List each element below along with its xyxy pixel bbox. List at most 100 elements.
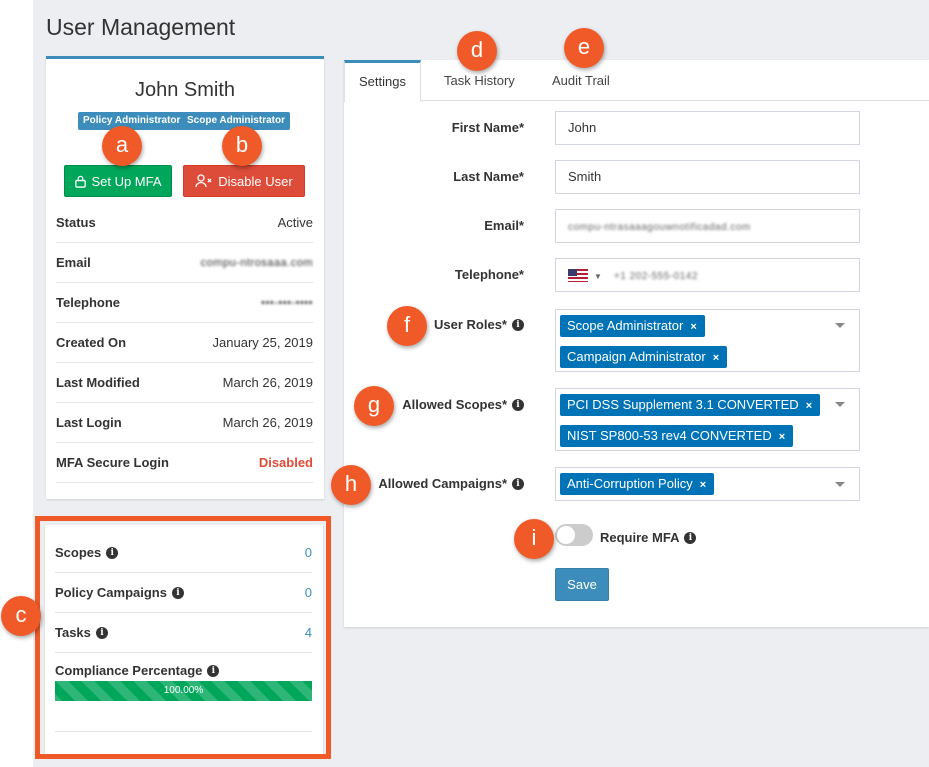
telephone-label: Telephone*: [344, 267, 524, 282]
telephone-field[interactable]: ▼ +1 202-555-0142: [555, 258, 860, 292]
stat-label: Tasks: [55, 625, 91, 640]
callout-marker: a: [102, 126, 142, 166]
dropdown-arrow-icon[interactable]: [835, 482, 845, 487]
info-row-email: Email compu-ntrosaaa.com: [56, 243, 313, 283]
first-name-label: First Name*: [344, 120, 524, 135]
last-login-value: March 26, 2019: [222, 415, 313, 430]
allowed-scopes-label-text: Allowed Scopes*: [402, 397, 507, 412]
tab-settings[interactable]: Settings: [344, 60, 421, 102]
divider: [55, 731, 312, 732]
lock-icon: [75, 175, 87, 188]
stat-row-tasks: Tasks i 4: [55, 613, 312, 653]
last-modified-value: March 26, 2019: [222, 375, 313, 390]
first-name-field[interactable]: John: [555, 111, 860, 145]
info-label: Telephone: [56, 295, 121, 310]
user-roles-label: User Roles* i: [344, 317, 524, 332]
role-chip: Campaign Administrator ×: [560, 346, 728, 368]
user-remove-icon: [195, 174, 212, 188]
callout-marker: h: [331, 465, 371, 505]
dropdown-arrow-icon[interactable]: [835, 323, 845, 328]
compliance-label-group: Compliance Percentage i: [55, 663, 220, 678]
remove-chip-icon[interactable]: ×: [806, 400, 812, 412]
info-icon[interactable]: i: [512, 477, 524, 490]
info-row-telephone: Telephone •••-•••-••••: [56, 283, 313, 323]
role-badge-policy-admin: Policy Administrator: [78, 112, 186, 130]
save-button[interactable]: Save: [555, 568, 609, 601]
compliance-progress-fill: 100.00%: [55, 681, 312, 701]
stat-label: Policy Campaigns: [55, 585, 167, 600]
info-icon[interactable]: i: [512, 318, 524, 331]
user-stats-card: Scopes i 0 Policy Campaigns i 0 Tasks i 4 C…: [45, 525, 323, 757]
info-icon[interactable]: i: [171, 586, 184, 599]
disable-user-button[interactable]: Disable User: [183, 165, 305, 197]
created-on-value: January 25, 2019: [212, 335, 313, 350]
info-icon[interactable]: i: [106, 546, 119, 559]
telephone-field-value: +1 202-555-0142: [613, 271, 698, 282]
callout-marker: f: [387, 306, 427, 346]
user-profile-card: John Smith Policy Administrator Scope Ad…: [46, 56, 324, 499]
email-label-text: Email*: [484, 218, 524, 233]
left-gutter: [0, 0, 33, 767]
info-icon[interactable]: i: [512, 398, 524, 411]
allowed-campaigns-label-text: Allowed Campaigns*: [378, 476, 507, 491]
callout-marker: b: [222, 126, 262, 166]
allowed-scopes-select[interactable]: PCI DSS Supplement 3.1 CONVERTED × NIST S…: [555, 388, 860, 451]
compliance-label: Compliance Percentage: [55, 663, 203, 678]
disable-user-label: Disable User: [218, 173, 293, 189]
allowed-campaigns-select[interactable]: Anti-Corruption Policy ×: [555, 467, 860, 501]
remove-chip-icon[interactable]: ×: [713, 352, 719, 364]
status-value: Active: [277, 215, 313, 230]
telephone-value: •••-•••-••••: [261, 296, 313, 309]
set-up-mfa-label: Set Up MFA: [91, 173, 162, 189]
role-chip: Scope Administrator ×: [560, 315, 705, 337]
remove-chip-icon[interactable]: ×: [690, 321, 696, 333]
email-field-value: compu-ntrasaaagouwnotificadad.com: [568, 222, 751, 233]
info-row-last-modified: Last Modified March 26, 2019: [56, 363, 313, 403]
info-label: Last Login: [56, 415, 122, 430]
last-name-label: Last Name*: [344, 169, 524, 184]
info-icon[interactable]: i: [207, 664, 220, 677]
dropdown-arrow-icon[interactable]: [835, 402, 845, 407]
scopes-count-link[interactable]: 0: [305, 545, 312, 560]
callout-marker: d: [457, 31, 497, 71]
callout-marker: c: [1, 596, 41, 636]
info-label: Email: [56, 255, 91, 270]
set-up-mfa-button[interactable]: Set Up MFA: [64, 165, 172, 197]
remove-chip-icon[interactable]: ×: [700, 479, 706, 491]
info-icon[interactable]: i: [684, 531, 697, 544]
callout-marker: g: [354, 386, 394, 426]
require-mfa-toggle[interactable]: [555, 524, 593, 546]
user-roles-select[interactable]: Scope Administrator × Campaign Administra…: [555, 309, 860, 372]
email-field[interactable]: compu-ntrasaaagouwnotificadad.com: [555, 209, 860, 243]
stat-row-policy-campaigns: Policy Campaigns i 0: [55, 573, 312, 613]
scope-chip-label: PCI DSS Supplement 3.1 CONVERTED: [567, 397, 799, 412]
us-flag-icon[interactable]: [568, 269, 588, 283]
mfa-status-value: Disabled: [258, 455, 313, 470]
user-roles-label-text: User Roles*: [434, 317, 507, 332]
info-icon[interactable]: i: [95, 626, 108, 639]
tasks-count-link[interactable]: 4: [305, 625, 312, 640]
telephone-label-text: Telephone*: [454, 267, 524, 282]
compliance-progress-bar: 100.00%: [55, 681, 312, 701]
email-label: Email*: [344, 218, 524, 233]
settings-panel: Settings Task History Audit Trail First …: [344, 60, 929, 627]
info-row-mfa-secure-login: MFA Secure Login Disabled: [56, 443, 313, 483]
require-mfa-label-group: Require MFA i: [600, 530, 697, 545]
remove-chip-icon[interactable]: ×: [779, 431, 785, 443]
policy-campaigns-count-link[interactable]: 0: [305, 585, 312, 600]
info-row-created-on: Created On January 25, 2019: [56, 323, 313, 363]
info-row-status: Status Active: [56, 203, 313, 243]
role-chip-label: Campaign Administrator: [567, 349, 706, 364]
callout-marker: e: [564, 28, 604, 68]
info-label: Last Modified: [56, 375, 140, 390]
scope-chip-label: NIST SP800-53 rev4 CONVERTED: [567, 428, 772, 443]
page-title: User Management: [46, 14, 236, 40]
user-name: John Smith: [134, 79, 236, 101]
scope-chip: NIST SP800-53 rev4 CONVERTED ×: [560, 425, 794, 447]
campaign-chip: Anti-Corruption Policy ×: [560, 473, 715, 495]
info-label: Created On: [56, 335, 127, 350]
last-name-field[interactable]: Smith: [555, 160, 860, 194]
info-row-last-login: Last Login March 26, 2019: [56, 403, 313, 443]
caret-down-icon[interactable]: ▼: [594, 272, 602, 281]
scope-chip: PCI DSS Supplement 3.1 CONVERTED ×: [560, 394, 821, 416]
